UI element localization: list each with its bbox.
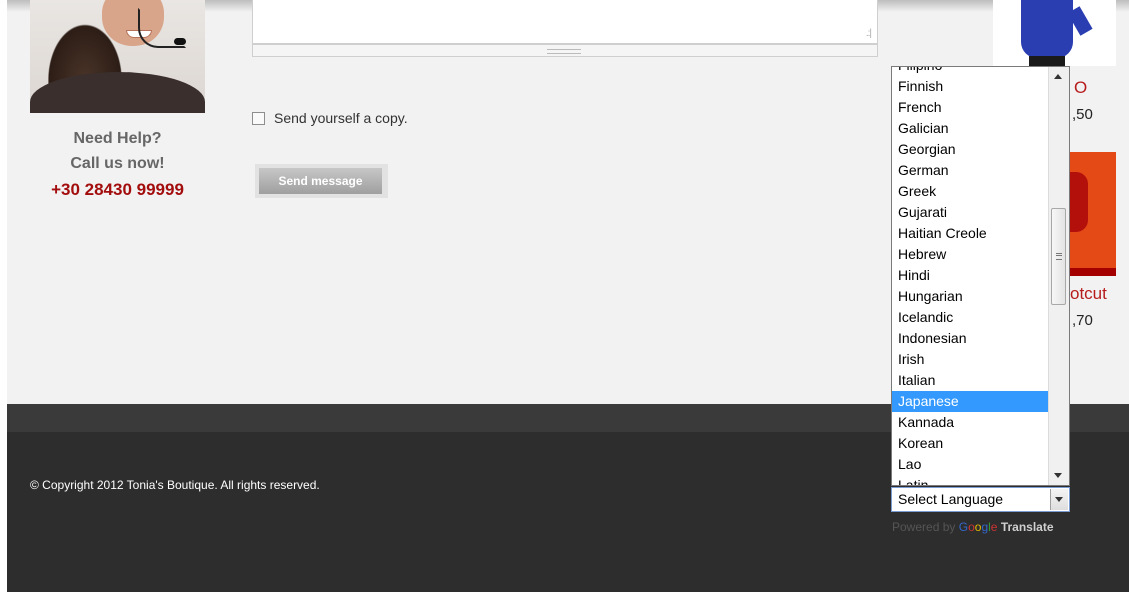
language-option[interactable]: Filipino [892, 67, 1049, 76]
product-2-stripe [1070, 268, 1116, 276]
language-option[interactable]: Italian [892, 370, 1049, 391]
language-options: FilipinoFinnishFrenchGalicianGeorgianGer… [892, 67, 1049, 485]
dropdown-scrollbar[interactable] [1048, 67, 1069, 485]
language-option[interactable]: Japanese [892, 391, 1049, 412]
language-option[interactable]: Irish [892, 349, 1049, 370]
microphone-icon [174, 38, 186, 45]
google-logo: Google [958, 520, 998, 534]
product-2-name[interactable]: otcut [1070, 284, 1107, 304]
language-option[interactable]: Gujarati [892, 202, 1049, 223]
send-copy-label[interactable]: Send yourself a copy. [274, 110, 408, 126]
language-option[interactable]: Lao [892, 454, 1049, 475]
language-select-value: Select Language [898, 491, 1004, 507]
send-message-button[interactable]: Send message [259, 168, 382, 194]
product-1-price: ,50 [1072, 106, 1093, 123]
language-option[interactable]: Haitian Creole [892, 223, 1049, 244]
help-phone-number: +30 28430 99999 [51, 180, 184, 199]
help-call-text: Call us now! [70, 155, 165, 172]
scrollbar-thumb[interactable] [1051, 208, 1066, 305]
scroll-down-icon[interactable] [1054, 473, 1062, 478]
language-option[interactable]: Latin [892, 475, 1049, 485]
language-option[interactable]: Hindi [892, 265, 1049, 286]
product-image-1[interactable] [993, 0, 1116, 66]
language-option[interactable]: Korean [892, 433, 1049, 454]
help-box: Need Help? Call us now! +30 28430 99999 [30, 126, 205, 204]
language-option[interactable]: Hungarian [892, 286, 1049, 307]
support-agent-photo [30, 0, 205, 113]
help-title: Need Help? [73, 130, 162, 147]
powered-by-prefix: Powered by [892, 520, 956, 534]
product-2-price: ,70 [1072, 312, 1093, 329]
powered-by-google-translate[interactable]: Powered by Google Translate [892, 520, 1054, 534]
scroll-up-icon[interactable] [1054, 74, 1062, 79]
language-option[interactable]: Georgian [892, 139, 1049, 160]
drag-handle-icon[interactable] [547, 49, 581, 54]
language-option[interactable]: German [892, 160, 1049, 181]
select-dropdown-button[interactable] [1050, 489, 1068, 510]
copyright-text: © Copyright 2012 Tonia's Boutique. All r… [30, 478, 320, 492]
product-2-figure [1070, 172, 1088, 232]
language-option[interactable]: Kannada [892, 412, 1049, 433]
language-option[interactable]: Finnish [892, 76, 1049, 97]
send-button-frame: Send message [255, 164, 388, 198]
language-select[interactable]: Select Language [891, 487, 1070, 512]
language-option[interactable]: Greek [892, 181, 1049, 202]
language-dropdown-list[interactable]: FilipinoFinnishFrenchGalicianGeorgianGer… [891, 66, 1070, 486]
product-image-2[interactable] [1070, 152, 1116, 276]
product-1-name[interactable]: O [1074, 78, 1087, 98]
product-1-legs [1029, 56, 1065, 66]
language-option[interactable]: Icelandic [892, 307, 1049, 328]
message-textarea[interactable]: .:| [252, 0, 878, 44]
thumb-grip-icon [1056, 253, 1062, 260]
send-copy-checkbox[interactable] [252, 112, 265, 125]
language-option[interactable]: Hebrew [892, 244, 1049, 265]
textarea-drag-bar[interactable] [252, 44, 878, 57]
chevron-down-icon [1055, 497, 1063, 502]
language-option[interactable]: Galician [892, 118, 1049, 139]
translate-word: Translate [1000, 520, 1054, 534]
language-option[interactable]: Indonesian [892, 328, 1049, 349]
product-1-top [1021, 0, 1073, 58]
resize-grip-icon[interactable]: .:| [866, 28, 872, 39]
language-option[interactable]: French [892, 97, 1049, 118]
